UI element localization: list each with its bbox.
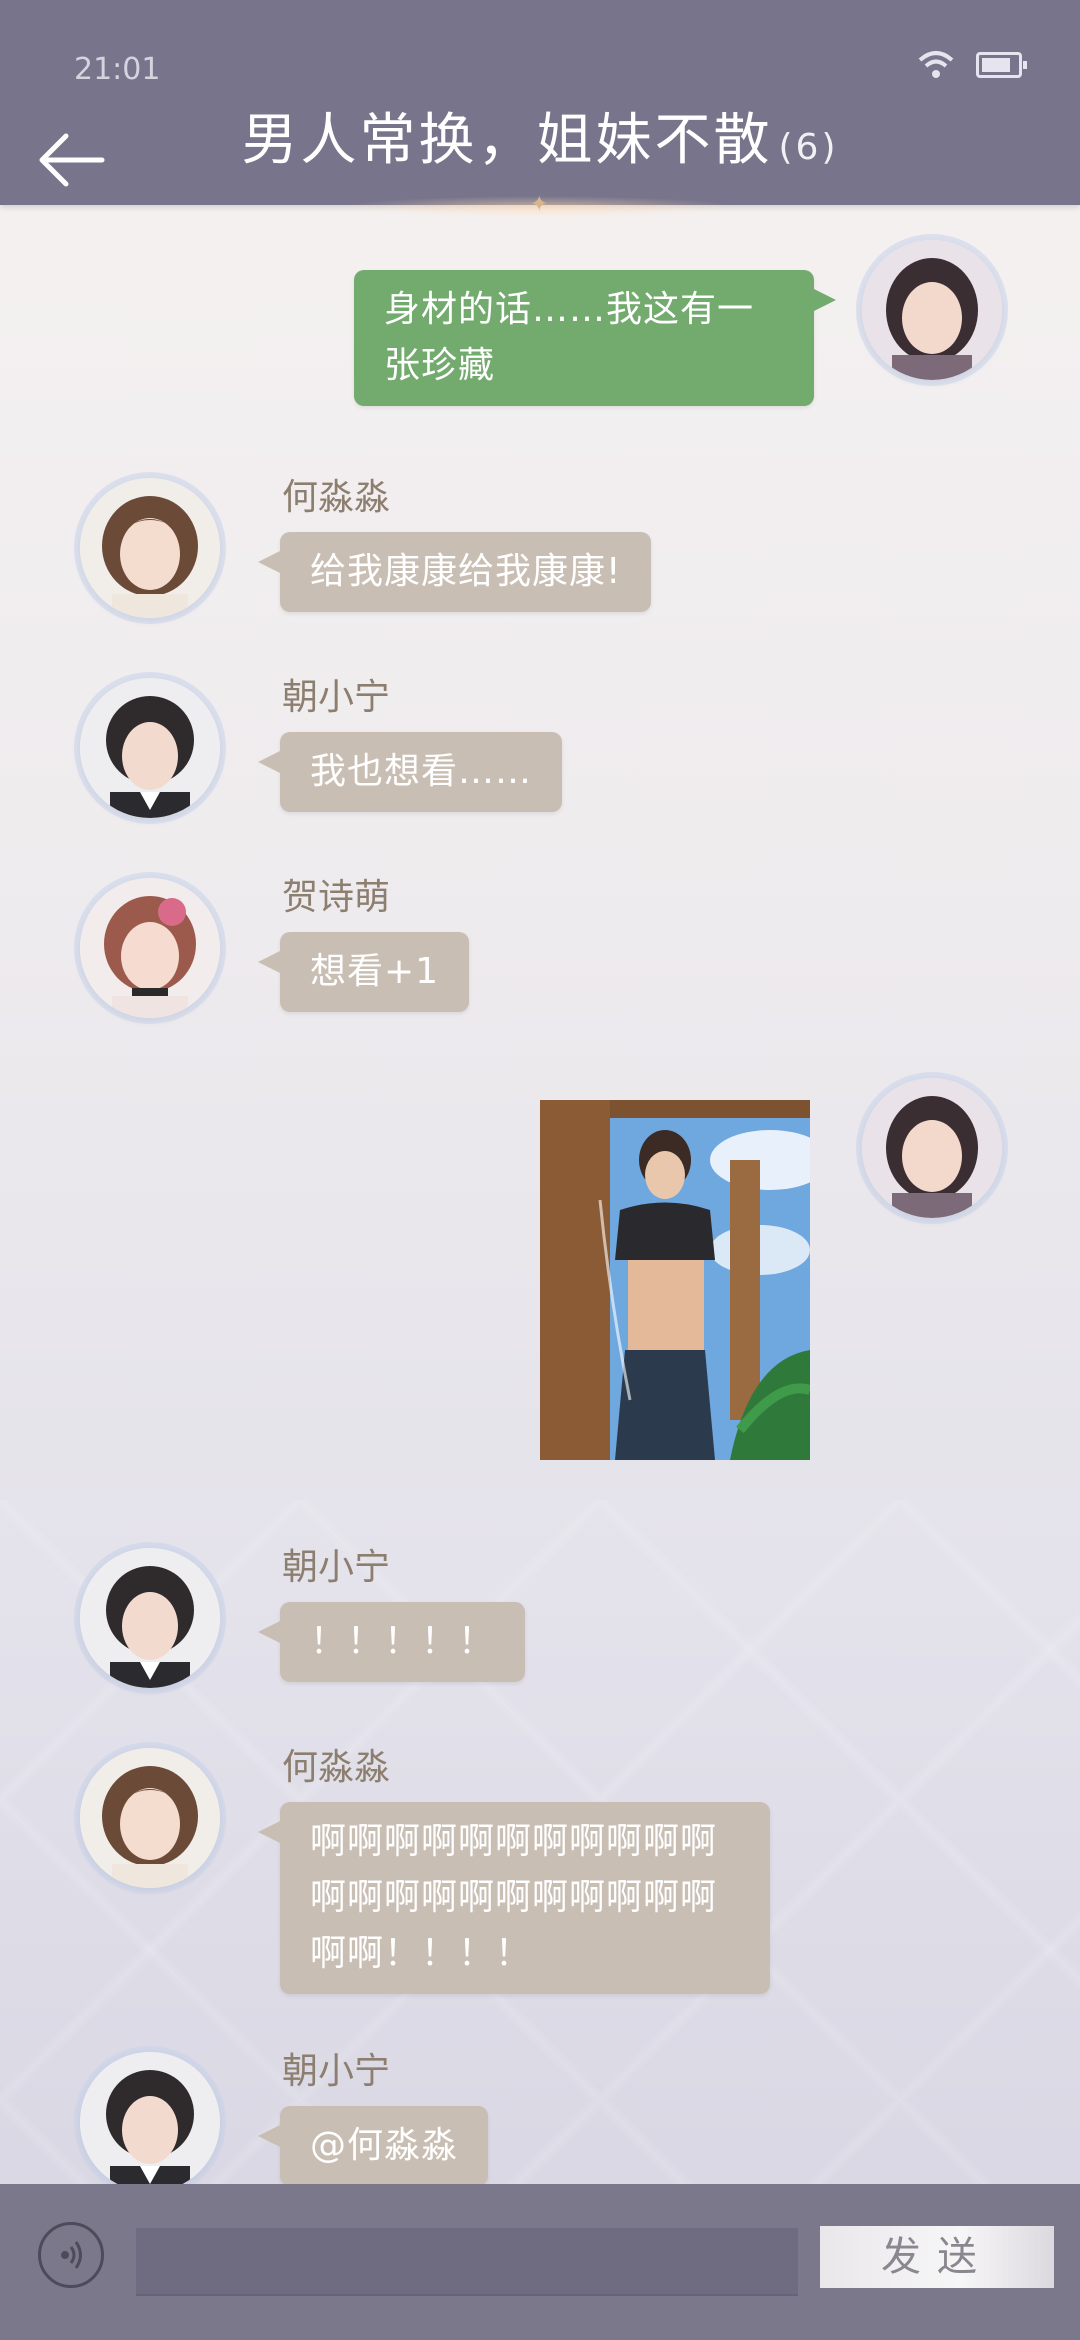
message-text: 啊啊啊啊啊啊啊啊啊啊啊啊啊啊啊啊啊啊啊啊啊啊啊啊！！！！: [310, 1821, 718, 1974]
message-input[interactable]: [136, 2228, 798, 2296]
group-name: 男人常换，姐妹不散: [241, 108, 773, 173]
message-bubble-mine[interactable]: 身材的话……我这有一张珍藏: [354, 270, 836, 406]
status-time: 21:01: [74, 52, 161, 87]
sender-name: 何淼淼: [282, 1747, 391, 1788]
message-bubble[interactable]: ！！！！！: [257, 1602, 526, 1682]
avatar-hemiaomiao[interactable]: [80, 1748, 220, 1888]
my-avatar[interactable]: [862, 1078, 1002, 1218]
battery-icon: [976, 52, 1027, 78]
message-bubble[interactable]: 给我康康给我康康!: [257, 532, 652, 612]
speaker-icon: [61, 2241, 82, 2269]
shared-photo[interactable]: [540, 1100, 810, 1460]
sender-name: 朝小宁: [282, 2051, 391, 2092]
sender-name: 朝小宁: [282, 1547, 391, 1588]
message-text: 我也想看……: [310, 751, 533, 792]
message-text: 身材的话……我这有一张珍藏: [384, 289, 755, 386]
composer-bar: 发送: [0, 2184, 1080, 2340]
wifi-icon: [918, 51, 954, 78]
avatar-heshimeng[interactable]: [80, 878, 220, 1018]
chat-header: 21:01 男人常换，姐妹不散 (6) ✦: [0, 0, 1080, 218]
member-count: (6): [778, 127, 839, 168]
message-bubble[interactable]: 啊啊啊啊啊啊啊啊啊啊啊啊啊啊啊啊啊啊啊啊啊啊啊啊！！！！: [258, 1802, 770, 1994]
message-text: 想看+1: [310, 951, 440, 992]
sender-name: 贺诗萌: [282, 877, 391, 918]
avatar-chaoxiaoning[interactable]: [80, 678, 220, 818]
voice-button[interactable]: [38, 2222, 104, 2288]
message-bubble[interactable]: 想看+1: [257, 932, 470, 1012]
avatar-chaoxiaoning[interactable]: [80, 2052, 220, 2192]
message-text: 给我康康给我康康!: [310, 551, 622, 592]
send-button[interactable]: 发送: [820, 2226, 1054, 2288]
sender-name: 朝小宁: [282, 677, 391, 718]
sparkle-icon: ✦: [530, 192, 549, 217]
sender-name: 何淼淼: [282, 477, 391, 518]
avatar-hemiaomiao[interactable]: [80, 478, 220, 618]
message-text: @何淼淼: [310, 2125, 459, 2166]
my-avatar[interactable]: [862, 240, 1002, 380]
avatar-chaoxiaoning[interactable]: [80, 1548, 220, 1688]
message-bubble[interactable]: 我也想看……: [257, 732, 563, 812]
chat-title: 男人常换，姐妹不散 (6): [0, 95, 1080, 176]
message-bubble[interactable]: @何淼淼: [257, 2106, 489, 2186]
status-icons: [918, 50, 1027, 80]
message-text: ！！！！！: [310, 1621, 496, 1662]
